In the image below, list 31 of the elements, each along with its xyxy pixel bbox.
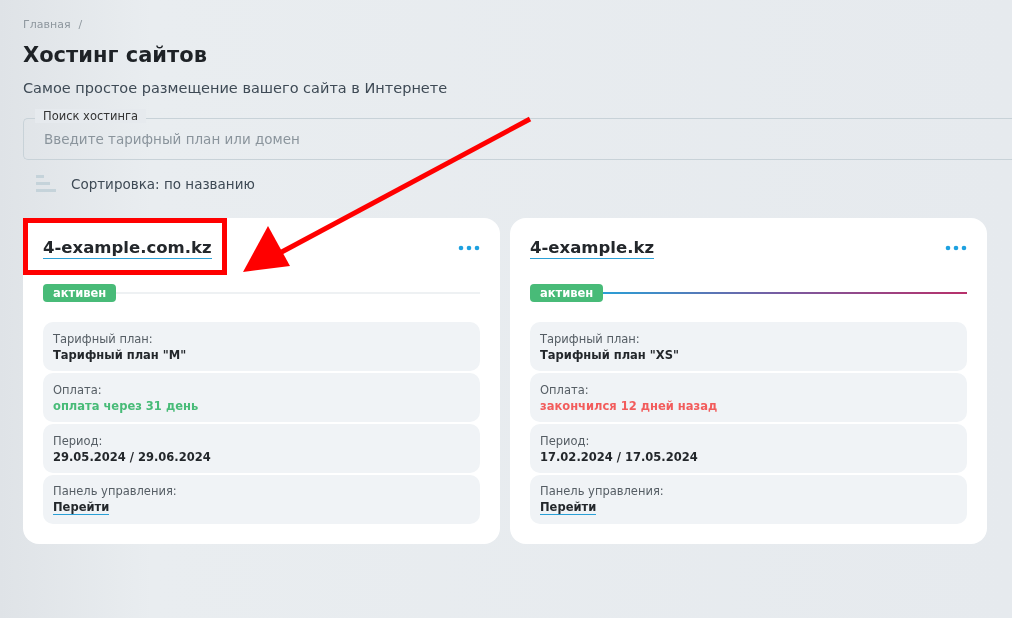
more-icon[interactable]	[458, 245, 480, 251]
row-value: 17.02.2024	[540, 449, 613, 464]
field-label: Поиск хостинга	[35, 109, 147, 123]
row-value: оплата через 31 день	[53, 398, 199, 413]
breadcrumb-separator: /	[78, 18, 83, 31]
row-label: Оплата:	[53, 382, 103, 397]
domain-link[interactable]: 4-example.com.kz	[43, 237, 212, 259]
row-value: 29.06.2024	[137, 449, 211, 464]
domain-link[interactable]: 4-example.kz	[530, 237, 654, 259]
row-label: Тарифный план:	[540, 331, 641, 346]
page-subtitle: Самое простое размещение вашего сайта в Интернете	[23, 80, 449, 96]
row-value: Тарифный план "M"	[53, 347, 187, 362]
date-separator: /	[129, 449, 134, 464]
more-icon[interactable]	[945, 245, 967, 251]
row-value: закончился 12 дней назад	[540, 398, 718, 413]
row-value: Тарифный план "XS"	[540, 347, 679, 362]
sort-label[interactable]: Сортировка: по названию	[71, 176, 255, 192]
row-label: Период:	[540, 433, 591, 448]
panel-link[interactable]: Перейти	[540, 500, 597, 515]
row-label: Оплата:	[540, 382, 590, 397]
row-label: Тарифный план:	[53, 331, 154, 346]
row-label: Панель управления:	[53, 484, 178, 498]
row-value: 17.05.2024	[624, 449, 698, 464]
page-title: Хостинг сайтов	[23, 43, 208, 67]
row-label: Период:	[53, 433, 104, 448]
status-badge: активен	[530, 284, 604, 302]
status-badge: активен	[43, 284, 117, 302]
panel-link[interactable]: Перейти	[53, 500, 110, 515]
row-label: Панель управления:	[540, 484, 665, 498]
date-separator: /	[616, 449, 621, 464]
row-value: 29.05.2024	[53, 449, 126, 464]
